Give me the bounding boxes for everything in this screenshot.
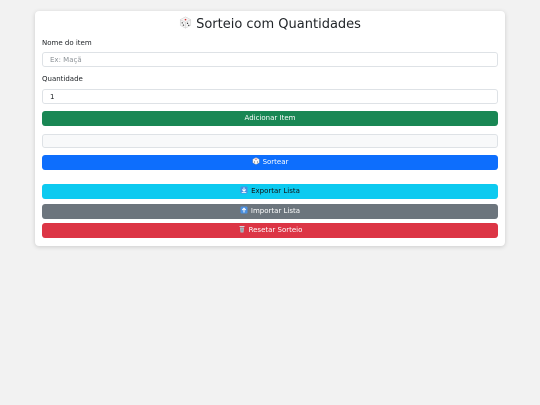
- draw-button[interactable]: Sortear: [42, 155, 498, 170]
- item-name-label: Nome do item: [42, 39, 92, 47]
- export-list-button[interactable]: Exportar Lista: [42, 184, 498, 199]
- dice-icon: [180, 16, 192, 29]
- import-list-button-label: Importar Lista: [250, 207, 301, 215]
- draw-result-box: [42, 134, 498, 148]
- import-list-button[interactable]: Importar Lista: [42, 204, 498, 219]
- quantity-input[interactable]: [42, 89, 498, 104]
- dice-icon: [252, 157, 260, 165]
- download-icon: [240, 186, 248, 194]
- raffle-card: Sorteio com Quantidades Nome do item Qua…: [35, 11, 505, 246]
- add-item-button-label: Adicionar Item: [244, 114, 296, 122]
- page-title-row: Sorteio com Quantidades: [35, 16, 505, 33]
- item-name-input[interactable]: [42, 52, 498, 67]
- quantity-label: Quantidade: [42, 75, 83, 83]
- draw-button-label: Sortear: [262, 158, 289, 166]
- reset-draw-button-label: Resetar Sorteio: [248, 226, 303, 234]
- page-title: Sorteio com Quantidades: [196, 17, 361, 32]
- reset-draw-button[interactable]: Resetar Sorteio: [42, 223, 498, 238]
- export-list-button-label: Exportar Lista: [251, 187, 300, 195]
- trash-icon: [239, 226, 245, 233]
- add-item-button[interactable]: Adicionar Item: [42, 111, 498, 126]
- upload-icon: [240, 206, 248, 214]
